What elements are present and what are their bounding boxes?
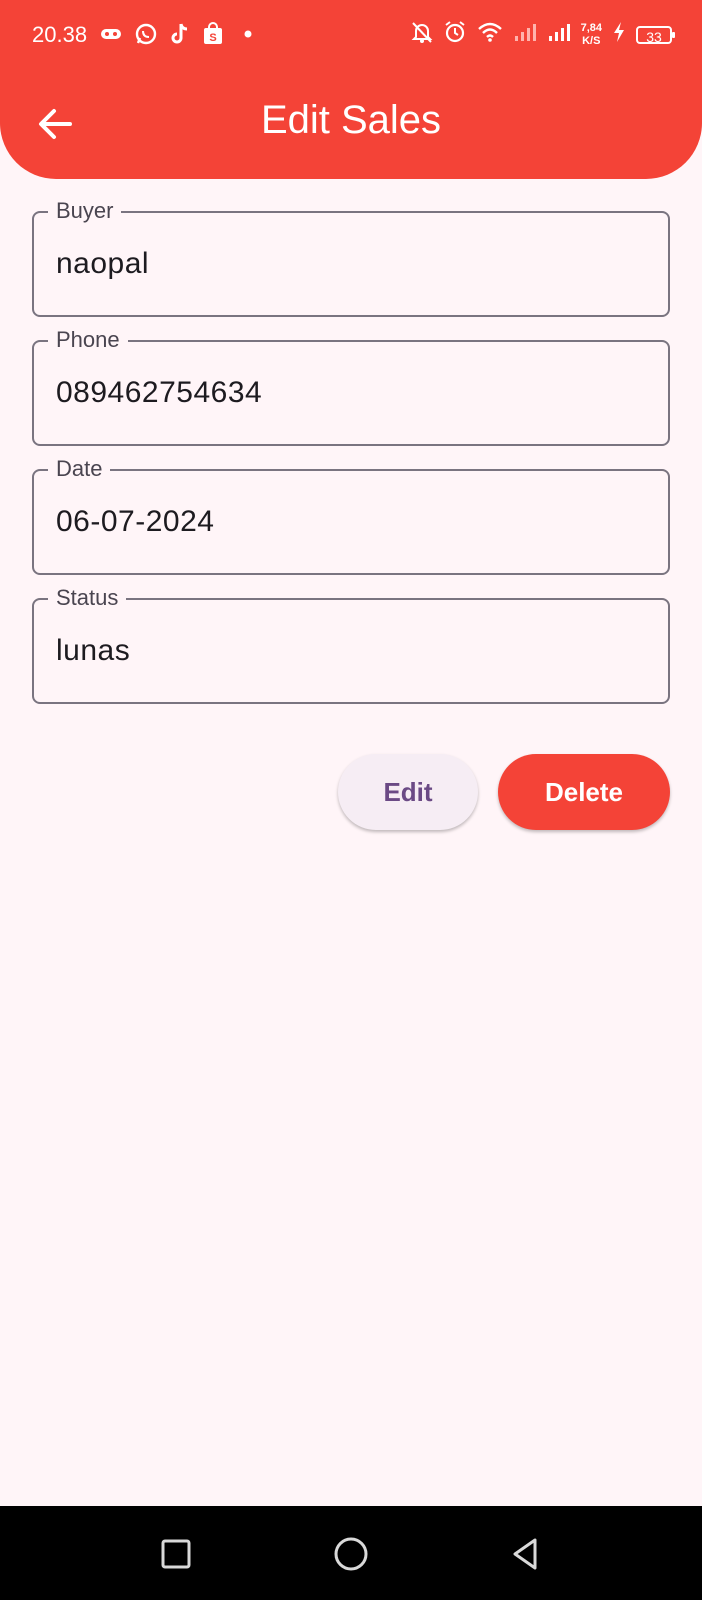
page-title: Edit Sales	[260, 98, 442, 142]
triangle-back-icon	[513, 1538, 537, 1570]
notification-icons: S	[100, 22, 256, 51]
status-field[interactable]: Status lunas	[32, 585, 670, 704]
network-speed-value: 7,84	[580, 21, 602, 34]
buyer-field[interactable]: Buyer naopal	[32, 198, 670, 317]
shopping-bag-icon: S	[202, 22, 224, 51]
edit-button[interactable]: Edit	[338, 754, 478, 830]
wifi-icon	[477, 21, 503, 48]
game-controller-icon	[100, 26, 122, 47]
delete-button[interactable]: Delete	[498, 754, 670, 830]
square-icon	[161, 1539, 191, 1569]
phone-value[interactable]: 089462754634	[56, 376, 262, 410]
status-label: Status	[48, 585, 127, 611]
status-time: 20.38	[32, 22, 88, 47]
back-nav-button[interactable]	[506, 1534, 546, 1574]
system-icons: 7,84 K/S 33	[411, 20, 675, 49]
whatsapp-icon	[134, 22, 158, 51]
signal-icon-2	[547, 22, 571, 47]
buyer-value[interactable]: naopal	[56, 247, 149, 281]
home-button[interactable]	[331, 1534, 371, 1574]
alarm-icon	[443, 20, 467, 49]
phone-field[interactable]: Phone 089462754634	[32, 327, 670, 446]
charging-icon	[612, 21, 626, 48]
network-speed: 7,84 K/S	[581, 22, 602, 48]
svg-text:S: S	[209, 32, 216, 44]
circle-icon	[334, 1537, 368, 1571]
network-speed-unit: K/S	[582, 34, 601, 47]
status-value[interactable]: lunas	[56, 634, 130, 668]
date-value[interactable]: 06-07-2024	[56, 505, 214, 539]
tiktok-icon	[170, 22, 190, 51]
date-label: Date	[48, 456, 111, 482]
date-field[interactable]: Date 06-07-2024	[32, 456, 670, 575]
signal-icon-1	[513, 22, 537, 47]
buyer-label: Buyer	[48, 198, 122, 224]
battery-indicator: 33	[636, 25, 675, 45]
dot-icon	[236, 24, 256, 49]
system-nav-bar	[0, 1506, 702, 1600]
recents-button[interactable]	[156, 1534, 196, 1574]
status-bar: 20.38 S 7,84 K/S 33	[0, 0, 702, 72]
phone-label: Phone	[48, 327, 128, 353]
bell-off-icon	[411, 20, 433, 49]
